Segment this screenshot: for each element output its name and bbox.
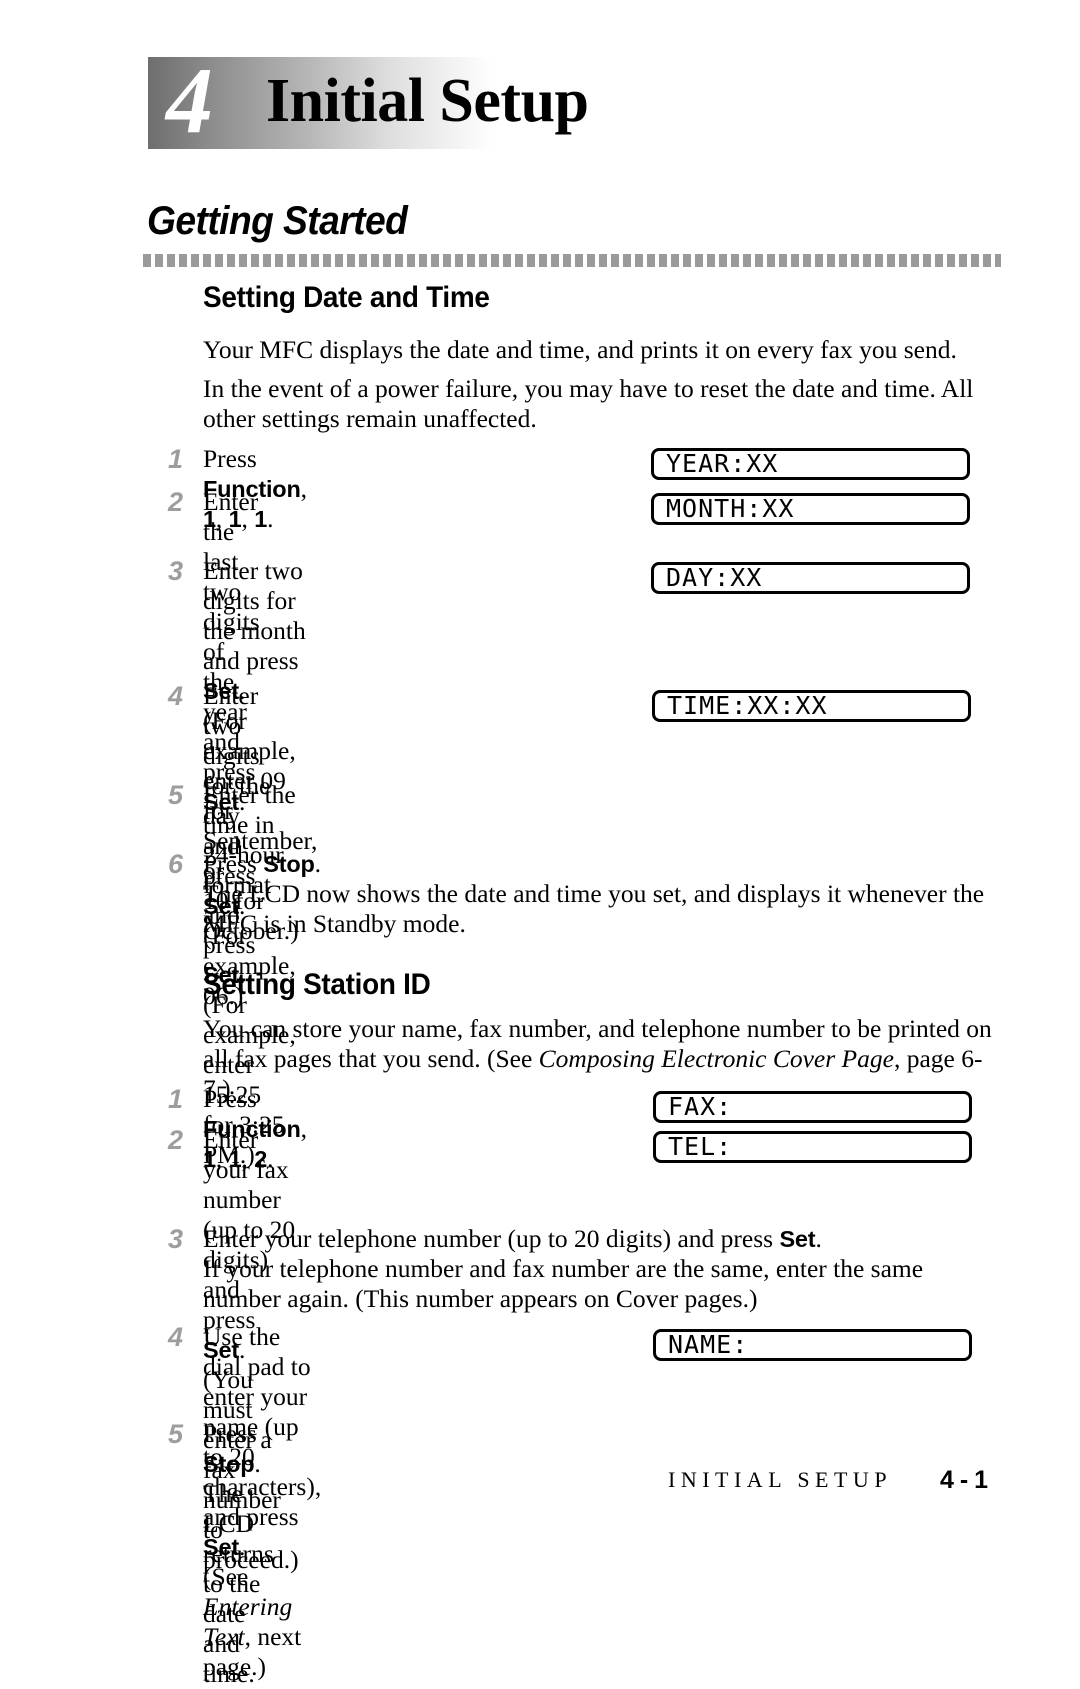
footer-section-title: INITIAL SETUP: [668, 1467, 893, 1492]
lcd-display-year: YEAR:XX: [651, 448, 970, 480]
step-number: 1: [168, 1084, 184, 1114]
step-text-part: Press: [203, 444, 257, 473]
step-text-part: ,: [300, 1114, 307, 1143]
step-number: 4: [168, 681, 184, 711]
step-text-part: . The LCD returns to the date and time.: [203, 1449, 274, 1688]
step-text-part: ,: [300, 474, 307, 503]
step-text-part: .: [267, 504, 274, 533]
step-text: Press Stop. The LCD now shows the date an…: [203, 849, 1008, 939]
lcd-display-tel: TEL:: [653, 1131, 972, 1163]
step-text-part: and press: [203, 646, 299, 675]
keyword-stop: Stop: [203, 1451, 255, 1477]
lcd-display-name: NAME:: [653, 1329, 972, 1361]
lcd-display-time: TIME:XX:XX: [652, 690, 971, 722]
footer-page-number: 4 - 1: [940, 1466, 988, 1494]
lcd-text-year: YEAR:XX: [666, 448, 779, 478]
step-text-part: .: [314, 849, 322, 878]
lcd-text-tel: TEL:: [668, 1131, 733, 1161]
lcd-display-month: MONTH:XX: [651, 493, 970, 525]
step-text-part: Press: [203, 1419, 257, 1448]
banner-dotted-rule: [143, 254, 1001, 267]
step-number: 2: [168, 487, 184, 517]
step-text-part: If your telephone number and fax number …: [203, 1254, 924, 1313]
keyword-stop: Stop: [263, 851, 315, 877]
lcd-text-month: MONTH:XX: [666, 493, 795, 523]
cross-reference-italic: Composing Electronic Cover Page: [538, 1044, 894, 1073]
step-number: 1: [168, 444, 184, 474]
step-text-part: Press: [203, 849, 264, 878]
step-text: Press Stop. The LCD returns to the date …: [203, 1419, 274, 1689]
step-number: 3: [168, 556, 184, 586]
lcd-text-fax: FAX:: [668, 1091, 733, 1121]
chapter-header: 4 Initial Setup: [148, 51, 708, 151]
lcd-text-time: TIME:XX:XX: [667, 690, 828, 720]
step-number: 2: [168, 1125, 184, 1155]
step-number: 3: [168, 1224, 184, 1254]
step-text: Enter your telephone number (up to 20 di…: [203, 1224, 1003, 1314]
lcd-text-name: NAME:: [668, 1329, 749, 1359]
step-text-part: Enter two digits for the month: [203, 556, 306, 645]
lcd-display-day: DAY:XX: [651, 562, 970, 594]
step-number: 5: [168, 1419, 184, 1449]
step-number: 5: [168, 780, 184, 810]
page-title: Initial Setup: [266, 67, 589, 135]
step-text-part: The LCD now shows the date and time you …: [203, 879, 985, 938]
intro-paragraph-date-2: In the event of a power failure, you may…: [203, 374, 974, 433]
step-text-part: Press: [203, 1084, 257, 1113]
lcd-text-day: DAY:XX: [666, 562, 763, 592]
step-text-part: .: [815, 1224, 822, 1253]
section-banner-title: Getting Started: [147, 199, 408, 243]
heading-setting-date-and-time: Setting Date and Time: [203, 281, 490, 314]
keyword-set: Set: [779, 1226, 816, 1252]
step-number: 6: [168, 849, 184, 879]
chapter-number: 4: [166, 49, 213, 153]
step-text-part: Enter your telephone number (up to 20 di…: [203, 1224, 780, 1253]
heading-setting-station-id: Setting Station ID: [203, 968, 431, 1001]
step-number: 4: [168, 1322, 184, 1352]
intro-paragraph-date-1: Your MFC displays the date and time, and…: [203, 335, 957, 364]
lcd-display-fax: FAX:: [653, 1091, 972, 1123]
